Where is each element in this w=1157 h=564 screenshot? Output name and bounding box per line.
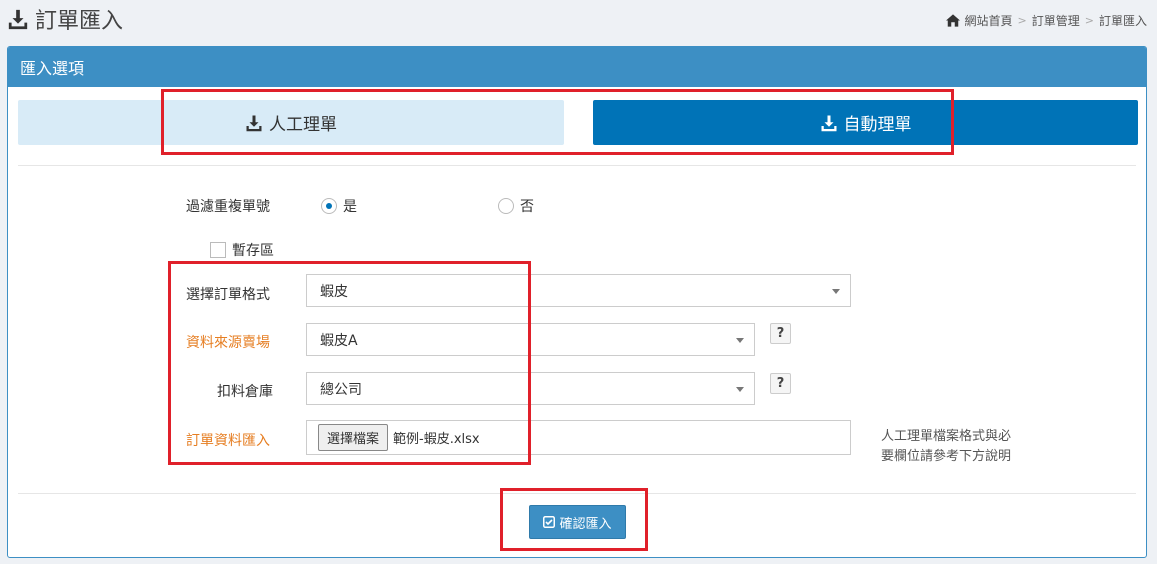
warehouse-value: 總公司 bbox=[320, 381, 362, 398]
breadcrumb: 網站首頁 > 訂單管理 > 訂單匯入 bbox=[945, 12, 1147, 29]
breadcrumb-separator: > bbox=[1017, 14, 1027, 27]
source-store-select[interactable]: 蝦皮A bbox=[306, 323, 755, 356]
filter-yes-radio[interactable]: 是 bbox=[321, 196, 357, 216]
divider bbox=[18, 165, 1136, 166]
download-icon bbox=[8, 9, 28, 30]
question-icon: ? bbox=[776, 376, 785, 391]
import-options-panel: 匯入選項 人工理單 自動理單 過濾重複單號 是 否 暫存區 選擇訂單格式 蝦皮 … bbox=[7, 46, 1147, 558]
manual-mode-button[interactable]: 人工理單 bbox=[18, 100, 564, 145]
filter-duplicate-label: 過濾重複單號 bbox=[186, 199, 270, 215]
order-format-label: 選擇訂單格式 bbox=[186, 287, 270, 303]
format-note-line1: 人工理單檔案格式與必 bbox=[881, 429, 1012, 444]
order-format-value: 蝦皮 bbox=[320, 283, 348, 300]
source-store-value: 蝦皮A bbox=[320, 332, 358, 349]
source-store-label: 資料來源賣場 bbox=[186, 335, 270, 351]
filter-no-label: 否 bbox=[520, 199, 534, 215]
home-icon bbox=[945, 14, 960, 27]
order-file-input[interactable]: 選擇檔案 範例-蝦皮.xlsx bbox=[306, 420, 851, 455]
panel-header: 匯入選項 bbox=[8, 47, 1146, 87]
page-title: 訂單匯入 bbox=[7, 4, 123, 34]
selected-file-name: 範例-蝦皮.xlsx bbox=[393, 432, 480, 447]
manual-mode-label: 人工理單 bbox=[269, 115, 337, 135]
order-import-label: 訂單資料匯入 bbox=[186, 433, 270, 449]
warehouse-label: 扣料倉庫 bbox=[217, 384, 273, 400]
breadcrumb-home[interactable]: 網站首頁 bbox=[965, 12, 1013, 29]
question-icon: ? bbox=[776, 326, 785, 341]
divider bbox=[18, 493, 1136, 494]
caret-down-icon bbox=[736, 338, 744, 343]
filter-no-radio[interactable]: 否 bbox=[498, 196, 534, 216]
warehouse-select[interactable]: 總公司 bbox=[306, 372, 755, 405]
choose-file-button[interactable]: 選擇檔案 bbox=[318, 424, 389, 451]
checkbox-box bbox=[210, 242, 226, 258]
confirm-import-button[interactable]: 確認匯入 bbox=[529, 505, 626, 539]
breadcrumb-order-management[interactable]: 訂單管理 bbox=[1032, 12, 1080, 29]
panel-title: 匯入選項 bbox=[20, 59, 85, 78]
download-icon bbox=[821, 115, 836, 131]
breadcrumb-separator: > bbox=[1084, 14, 1094, 27]
confirm-import-label: 確認匯入 bbox=[559, 516, 612, 532]
filter-yes-label: 是 bbox=[343, 199, 357, 215]
caret-down-icon bbox=[736, 387, 744, 392]
order-format-select[interactable]: 蝦皮 bbox=[306, 274, 851, 307]
caret-down-icon bbox=[832, 289, 840, 294]
radio-dot bbox=[321, 198, 337, 214]
source-store-help-button[interactable]: ? bbox=[770, 323, 791, 344]
auto-mode-label: 自動理單 bbox=[843, 115, 912, 135]
warehouse-help-button[interactable]: ? bbox=[770, 373, 791, 394]
download-icon bbox=[246, 115, 262, 131]
page-title-text: 訂單匯入 bbox=[35, 9, 124, 34]
check-square-icon bbox=[543, 516, 556, 528]
format-note-line2: 要欄位請參考下方說明 bbox=[881, 449, 1012, 464]
temp-storage-label: 暫存區 bbox=[232, 243, 274, 259]
breadcrumb-current: 訂單匯入 bbox=[1098, 14, 1147, 28]
auto-mode-button[interactable]: 自動理單 bbox=[593, 100, 1138, 145]
radio-dot bbox=[498, 198, 514, 214]
format-note: 人工理單檔案格式與必 要欄位請參考下方說明 bbox=[881, 427, 1011, 467]
temp-storage-checkbox[interactable]: 暫存區 bbox=[210, 240, 274, 260]
